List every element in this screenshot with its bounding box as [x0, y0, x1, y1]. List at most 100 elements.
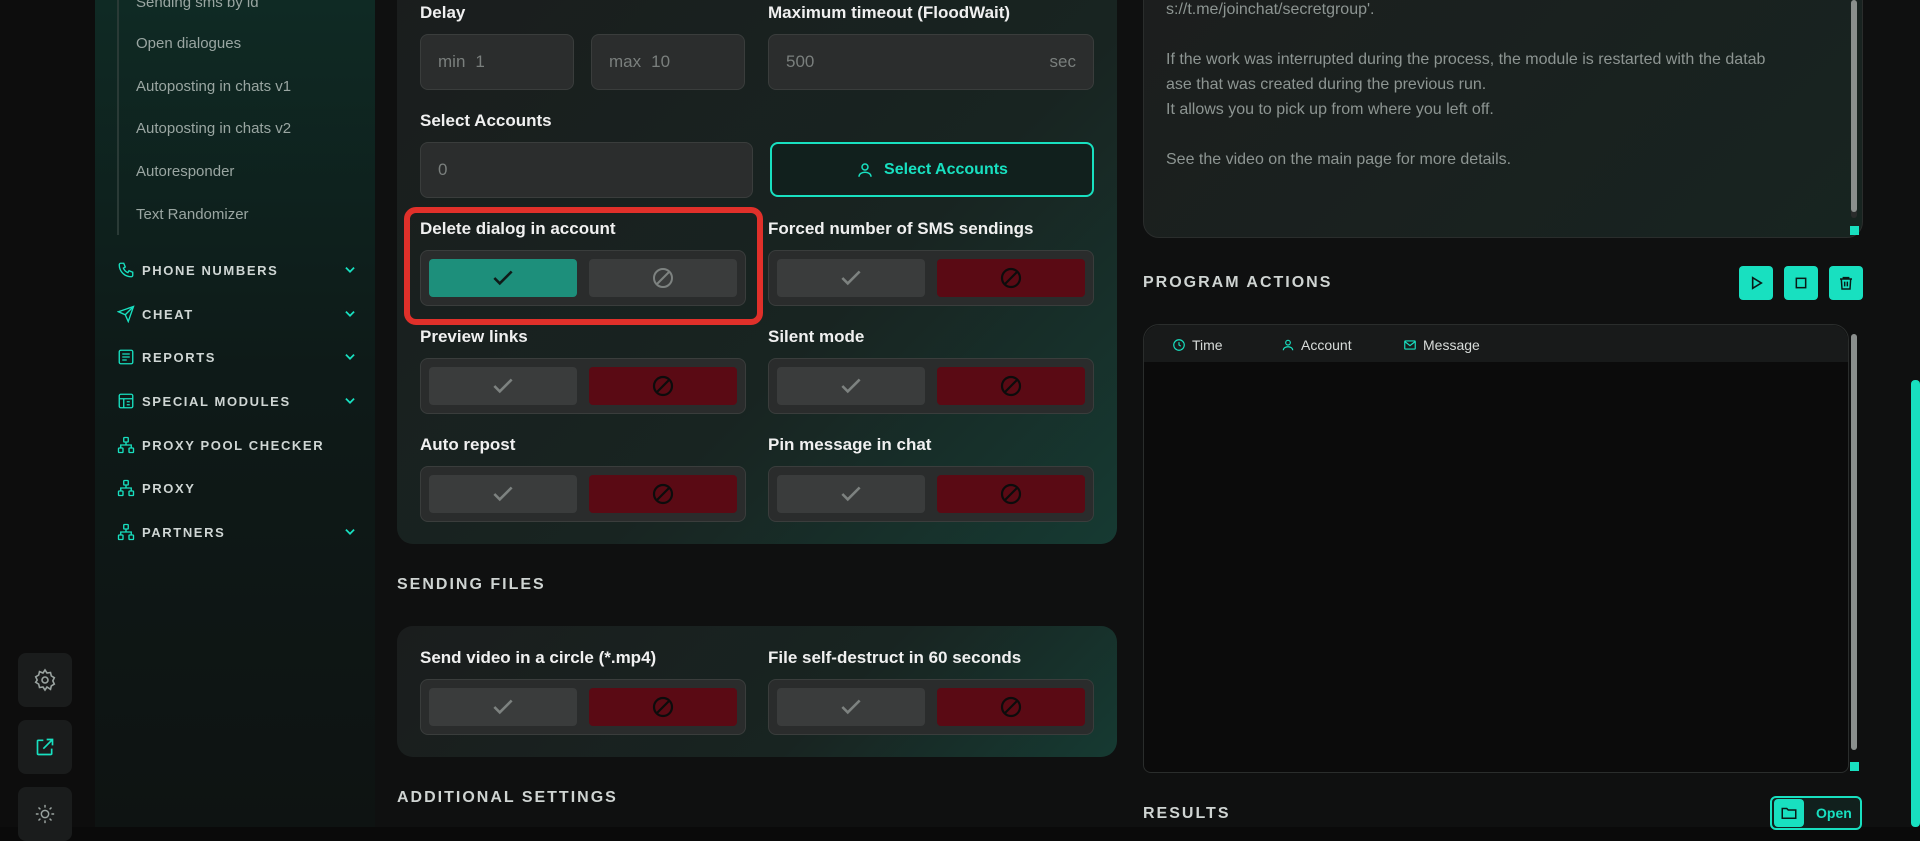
theme-toggle-button[interactable] — [18, 787, 72, 841]
folder-icon — [1781, 807, 1797, 819]
block-icon — [652, 375, 674, 397]
block-icon — [1000, 483, 1022, 505]
block-icon — [652, 696, 674, 718]
toggle-off-button[interactable] — [589, 688, 737, 726]
timeout-value: 500 — [786, 52, 815, 71]
trash-icon — [1840, 276, 1852, 290]
network-icon — [117, 523, 135, 541]
mail-icon — [1404, 340, 1416, 350]
nav-special-modules[interactable]: SPECIAL MODULES — [117, 390, 357, 412]
external-link-icon — [36, 738, 54, 756]
user-icon — [858, 162, 872, 177]
toggle-auto-repost — [420, 466, 746, 522]
toggle-on-button[interactable] — [777, 259, 925, 297]
chevron-down-icon — [345, 267, 355, 273]
start-button[interactable] — [1739, 266, 1773, 300]
nav-label: CHEAT — [142, 306, 194, 322]
play-icon — [1751, 276, 1763, 290]
chevron-down-icon — [345, 529, 355, 535]
toggle-preview-links — [420, 358, 746, 414]
toggle-off-button[interactable] — [589, 367, 737, 405]
toggle-on-button[interactable] — [777, 688, 925, 726]
block-icon — [1000, 267, 1022, 289]
toggle-label-silent-mode: Silent mode — [768, 327, 865, 346]
toggle-label-self-destruct: File self-destruct in 60 seconds — [768, 648, 1022, 667]
chevron-down-icon — [345, 311, 355, 317]
delay-min-input[interactable]: min 1 — [420, 34, 574, 90]
external-link-button[interactable] — [18, 720, 72, 774]
toggle-label-preview-links: Preview links — [420, 327, 528, 346]
nav-label: PHONE NUMBERS — [142, 262, 279, 278]
block-icon — [1000, 375, 1022, 397]
page-scrollbar-thumb[interactable] — [1911, 380, 1920, 827]
help-panel — [1143, 0, 1863, 238]
toggle-label-auto-repost: Auto repost — [420, 435, 516, 454]
nav-cheat[interactable]: CHEAT — [117, 303, 357, 325]
toggle-off-button[interactable] — [937, 475, 1085, 513]
open-results-button[interactable]: Open — [1770, 796, 1862, 830]
sidebar-subitem-sending-sms[interactable]: Sending sms by id — [136, 0, 259, 11]
resize-handle[interactable] — [1850, 226, 1859, 235]
sidebar-subitem-autoresponder[interactable]: Autoresponder — [136, 163, 234, 180]
toggle-off-button[interactable] — [937, 259, 1085, 297]
toggle-off-button[interactable] — [589, 475, 737, 513]
toggle-on-button[interactable] — [429, 688, 577, 726]
chevron-down-icon — [345, 354, 355, 360]
nav-proxy-pool-checker[interactable]: PROXY POOL CHECKER — [117, 434, 357, 456]
accounts-count-input[interactable]: 0 — [420, 142, 753, 198]
stop-button[interactable] — [1784, 266, 1818, 300]
delay-label: Delay — [420, 3, 466, 22]
help-line: s://t.me/joinchat/secretgroup'. — [1166, 1, 1375, 18]
toggle-on-button[interactable] — [777, 367, 925, 405]
check-icon — [841, 699, 861, 715]
delay-max-prefix: max — [609, 52, 642, 71]
clock-icon — [1173, 339, 1185, 351]
stop-icon — [1795, 277, 1807, 289]
send-plane-icon — [117, 305, 135, 323]
submenu-line — [117, 0, 119, 235]
check-icon — [493, 699, 513, 715]
toggle-on-button[interactable] — [429, 475, 577, 513]
toggle-label-pin-message: Pin message in chat — [768, 435, 932, 454]
help-scrollbar-thumb[interactable] — [1851, 0, 1857, 212]
sidebar-subitem-autoposting-v2[interactable]: Autoposting in chats v2 — [136, 120, 291, 137]
column-account[interactable]: Account — [1281, 337, 1352, 353]
nav-label: REPORTS — [142, 349, 217, 365]
toggle-off-button[interactable] — [937, 367, 1085, 405]
toggle-self-destruct — [768, 679, 1094, 735]
clear-button[interactable] — [1829, 266, 1863, 300]
timeout-input[interactable]: 500 sec — [768, 34, 1094, 90]
nav-label: SPECIAL MODULES — [142, 393, 291, 409]
toggle-off-button[interactable] — [937, 688, 1085, 726]
delay-min-value: 1 — [475, 52, 485, 71]
help-line: It allows you to pick up from where you … — [1166, 101, 1494, 118]
check-icon — [493, 486, 513, 502]
nav-proxy[interactable]: PROXY — [117, 477, 357, 499]
sidebar-subitem-open-dialogues[interactable]: Open dialogues — [136, 35, 241, 52]
toggle-forced-sms — [768, 250, 1094, 306]
left-rail — [0, 0, 95, 841]
toggle-silent-mode — [768, 358, 1094, 414]
column-time[interactable]: Time — [1172, 337, 1223, 353]
sidebar-subitem-autoposting-v1[interactable]: Autoposting in chats v1 — [136, 78, 291, 95]
column-message[interactable]: Message — [1403, 337, 1480, 353]
resize-handle[interactable] — [1850, 762, 1859, 771]
nav-phone-numbers[interactable]: PHONE NUMBERS — [117, 259, 357, 281]
theme-icon — [35, 804, 55, 824]
select-accounts-button[interactable]: Select Accounts — [770, 142, 1094, 197]
nav-partners[interactable]: PARTNERS — [117, 521, 357, 543]
delay-min-prefix: min — [438, 52, 466, 71]
network-icon — [117, 436, 135, 454]
settings-button[interactable] — [18, 653, 72, 707]
sending-files-title: SENDING FILES — [397, 576, 546, 593]
help-line: See the video on the main page for more … — [1166, 151, 1512, 168]
toggle-pin-message — [768, 466, 1094, 522]
toggle-on-button[interactable] — [777, 475, 925, 513]
check-icon — [841, 270, 861, 286]
nav-reports[interactable]: REPORTS — [117, 346, 357, 368]
sidebar-subitem-text-randomizer[interactable]: Text Randomizer — [136, 206, 249, 223]
actions-scrollbar-thumb[interactable] — [1851, 334, 1857, 750]
delay-max-input[interactable]: max 10 — [591, 34, 745, 90]
results-title: RESULTS — [1143, 805, 1231, 822]
toggle-on-button[interactable] — [429, 367, 577, 405]
